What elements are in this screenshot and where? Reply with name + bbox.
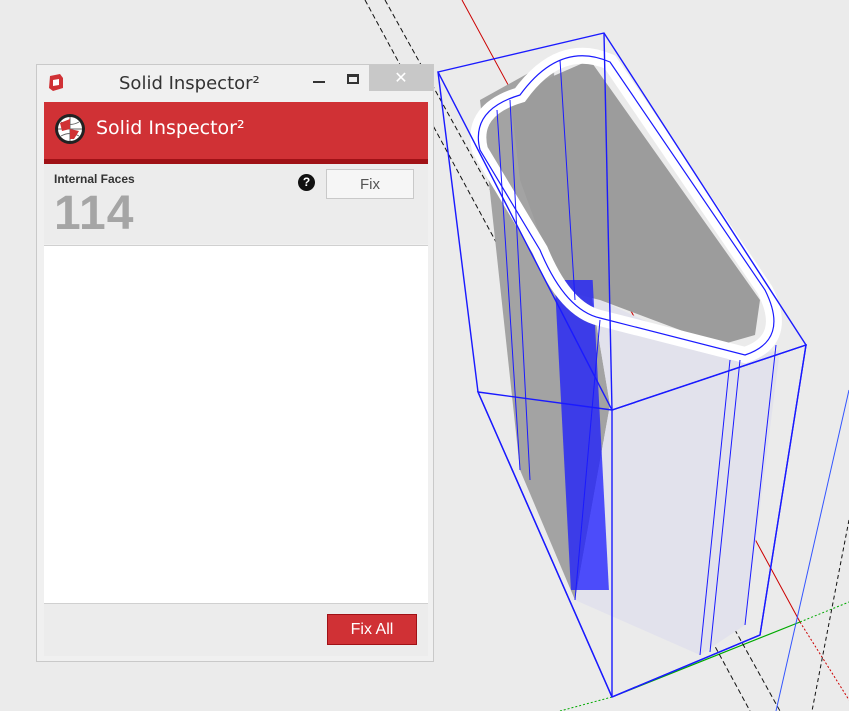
guide-line-4: [811, 519, 849, 711]
footer-bar: Fix All: [44, 604, 428, 656]
fix-all-button[interactable]: Fix All: [327, 614, 417, 645]
help-icon[interactable]: ?: [298, 174, 315, 191]
fix-button[interactable]: Fix: [326, 169, 414, 199]
maximize-icon: [347, 74, 359, 84]
issue-count: 114: [54, 187, 135, 240]
issue-label: Internal Faces: [54, 172, 135, 186]
header-band: Solid Inspector²: [44, 102, 428, 164]
maximize-button[interactable]: [339, 65, 367, 93]
window-titlebar[interactable]: Solid Inspector² ✕: [37, 65, 433, 101]
issue-panel: Internal Faces 114 ? Fix: [44, 164, 428, 244]
green-axis-dotted: [799, 601, 849, 623]
globe-icon: [55, 114, 85, 144]
close-button[interactable]: ✕: [369, 65, 433, 91]
minimize-button[interactable]: [305, 65, 333, 93]
sketchup-logo-icon: [49, 74, 63, 91]
red-axis-dotted: [799, 621, 849, 701]
minimize-icon: [313, 81, 325, 83]
guide-line-3: [775, 389, 849, 711]
close-icon: ✕: [394, 70, 408, 87]
solid-inspector-window: Solid Inspector² ✕ Solid Inspector² Inte…: [36, 64, 434, 662]
window-title: Solid Inspector²: [119, 73, 260, 94]
header-title: Solid Inspector²: [96, 117, 245, 139]
issue-list[interactable]: [44, 245, 428, 604]
green-axis-dotted-2: [559, 696, 613, 711]
